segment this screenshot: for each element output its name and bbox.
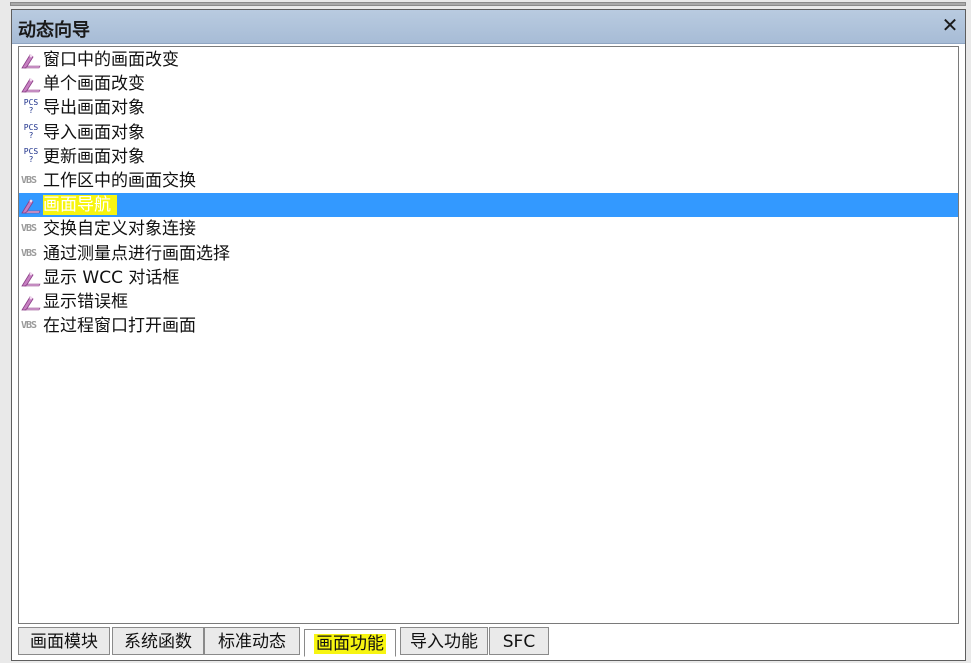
wizard-wand-icon [21,76,41,93]
list-item-label: 显示 WCC 对话框 [43,267,180,288]
close-icon[interactable]: ✕ [939,14,961,36]
dynamic-wizard-window: 动态向导 ✕ 窗口中的画面改变 单个画面改变 PCS ? 导出画面对象 PCS ? 导入画… [11,9,966,661]
tab-bar: 画面模块 系统函数 标准动态 画面功能 导入功能 SFC [18,625,959,657]
list-item-label: 显示错误框 [43,291,128,312]
list-item-label: 导入画面对象 [43,122,145,143]
list-item-label: 导出画面对象 [43,98,145,119]
list-item[interactable]: 显示错误框 [19,290,958,314]
list-item[interactable]: PCS ? 导出画面对象 [19,96,958,120]
list-item[interactable]: PCS ? 导入画面对象 [19,121,958,145]
tab-item[interactable]: 画面功能 [304,629,396,657]
list-item-label: 画面导航 [43,195,117,216]
tab-item[interactable]: 导入功能 [400,627,488,655]
list-item-label: 通过测量点进行画面选择 [43,243,230,264]
list-item[interactable]: VBS 工作区中的画面交换 [19,169,958,193]
tab-item[interactable]: 系统函数 [112,627,204,655]
list-item[interactable]: PCS ? 更新画面对象 [19,145,958,169]
wizard-list: 窗口中的画面改变 单个画面改变 PCS ? 导出画面对象 PCS ? 导入画面对象 PCS … [18,46,959,624]
wizard-wand-icon [21,294,41,311]
list-item-label: 窗口中的画面改变 [43,50,179,70]
list-item[interactable]: VBS 通过测量点进行画面选择 [19,242,958,266]
vbs-script-icon: VBS [21,223,37,235]
wizard-wand-icon [21,52,41,69]
pcs-script-icon: PCS ? [23,98,39,116]
pcs-script-icon: PCS ? [23,122,39,140]
list-item[interactable]: 窗口中的画面改变 [19,48,958,72]
title-bar: 动态向导 ✕ [12,10,965,44]
list-item-label: 在过程窗口打开画面 [43,316,196,337]
tab-label: 系统函数 [124,632,192,652]
window-title: 动态向导 [18,20,90,41]
background-window-edge [10,2,966,6]
vbs-script-icon: VBS [21,320,37,332]
list-item[interactable]: 单个画面改变 [19,72,958,96]
tab-item[interactable]: 画面模块 [18,627,110,655]
list-item-label: 更新画面对象 [43,146,145,167]
list-item[interactable]: 显示 WCC 对话框 [19,266,958,290]
tab-item[interactable]: 标准动态 [204,627,300,655]
wizard-wand-icon [21,270,41,287]
list-item-label: 工作区中的画面交换 [43,170,196,191]
list-item[interactable]: 画面导航 [19,193,958,218]
tab-label: 导入功能 [410,632,478,652]
list-item-label: 单个画面改变 [43,74,145,95]
tab-label: 画面功能 [314,634,386,654]
pcs-script-icon: PCS ? [23,146,39,164]
list-item[interactable]: VBS 在过程窗口打开画面 [19,314,958,338]
tab-label: 画面模块 [30,632,98,652]
wizard-wand-icon [21,197,41,214]
tab-item[interactable]: SFC [489,627,549,655]
vbs-script-icon: VBS [21,247,37,259]
tab-label: 标准动态 [218,632,286,652]
vbs-script-icon: VBS [21,174,37,186]
list-item[interactable]: VBS 交换自定义对象连接 [19,217,958,241]
tab-label: SFC [502,632,536,652]
list-item-label: 交换自定义对象连接 [43,219,196,240]
